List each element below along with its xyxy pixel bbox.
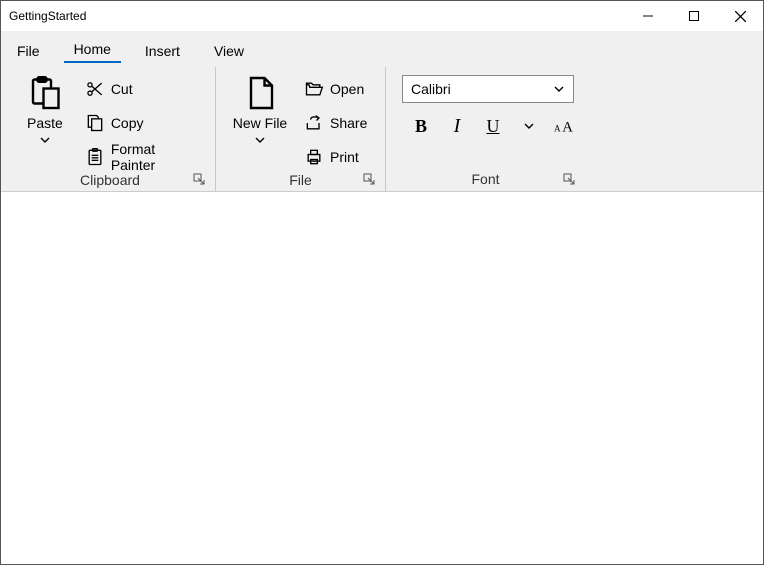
paste-icon: [27, 75, 63, 111]
ribbon-groups: Paste Cu: [1, 63, 763, 191]
print-label: Print: [330, 149, 359, 165]
share-icon: [304, 113, 324, 133]
paste-button[interactable]: Paste: [13, 69, 77, 147]
clipboard-small-col: Cut Copy: [81, 69, 207, 171]
format-painter-button[interactable]: Format Painter: [81, 143, 207, 171]
close-button[interactable]: [717, 1, 763, 31]
window-title: GettingStarted: [9, 9, 625, 23]
underline-button[interactable]: U: [482, 115, 504, 137]
chevron-down-icon: [523, 121, 535, 131]
tab-file[interactable]: File: [7, 37, 50, 63]
print-icon: [304, 147, 324, 167]
close-icon: [735, 11, 746, 22]
file-icon: [242, 75, 278, 111]
cut-label: Cut: [111, 81, 133, 97]
svg-text:A: A: [562, 120, 573, 136]
chevron-down-icon: [553, 84, 565, 94]
app-window: GettingStarted File Home Insert View: [0, 0, 764, 565]
copy-icon: [85, 113, 105, 133]
tab-insert[interactable]: Insert: [135, 37, 190, 63]
maximize-icon: [689, 11, 699, 21]
maximize-button[interactable]: [671, 1, 717, 31]
print-button[interactable]: Print: [300, 143, 371, 171]
open-label: Open: [330, 81, 364, 97]
file-launcher[interactable]: [363, 173, 377, 187]
tab-home[interactable]: Home: [64, 35, 121, 63]
group-clipboard-body: Paste Cu: [13, 69, 207, 171]
group-clipboard: Paste Cu: [5, 67, 215, 191]
font-launcher[interactable]: [563, 173, 577, 187]
clipboard-icon: [85, 147, 105, 167]
underline-icon: U: [487, 116, 500, 137]
copy-button[interactable]: Copy: [81, 109, 207, 137]
clipboard-launcher[interactable]: [193, 173, 207, 187]
tab-view[interactable]: View: [204, 37, 254, 63]
group-file-label: File: [224, 172, 377, 188]
bold-icon: B: [415, 116, 427, 137]
italic-icon: I: [454, 115, 461, 138]
italic-button[interactable]: I: [446, 115, 468, 137]
group-file-body: New File Open: [224, 69, 377, 171]
ribbon: File Home Insert View: [1, 31, 763, 192]
font-size-icon: AA: [554, 117, 576, 135]
open-button[interactable]: Open: [300, 75, 371, 103]
paste-label: Paste: [27, 115, 63, 131]
group-font-label: Font: [394, 171, 577, 187]
svg-text:A: A: [554, 124, 561, 134]
minimize-button[interactable]: [625, 1, 671, 31]
bold-button[interactable]: B: [410, 115, 432, 137]
group-font: Calibri B I U: [385, 67, 585, 191]
font-family-value: Calibri: [411, 81, 553, 97]
chevron-down-icon: [39, 135, 51, 145]
group-clipboard-label: Clipboard: [13, 172, 207, 188]
content-area: [1, 192, 763, 564]
share-button[interactable]: Share: [300, 109, 371, 137]
minimize-icon: [643, 11, 653, 21]
font-family-combo[interactable]: Calibri: [402, 75, 574, 103]
ribbon-tabs: File Home Insert View: [1, 31, 763, 63]
scissors-icon: [85, 79, 105, 99]
new-file-button[interactable]: New File: [224, 69, 296, 147]
chevron-down-icon: [254, 135, 266, 145]
new-file-label: New File: [233, 115, 287, 131]
font-dropdown-button[interactable]: [518, 115, 540, 137]
share-label: Share: [330, 115, 367, 131]
group-file: New File Open: [215, 67, 385, 191]
file-small-col: Open Share: [300, 69, 371, 171]
font-tools-row: B I U: [402, 115, 576, 137]
titlebar-buttons: [625, 1, 763, 31]
format-painter-label: Format Painter: [111, 141, 203, 173]
cut-button[interactable]: Cut: [81, 75, 207, 103]
group-font-body: Calibri B I U: [394, 69, 584, 169]
folder-open-icon: [304, 79, 324, 99]
font-size-button[interactable]: AA: [554, 115, 576, 137]
titlebar: GettingStarted: [1, 1, 763, 31]
copy-label: Copy: [111, 115, 144, 131]
